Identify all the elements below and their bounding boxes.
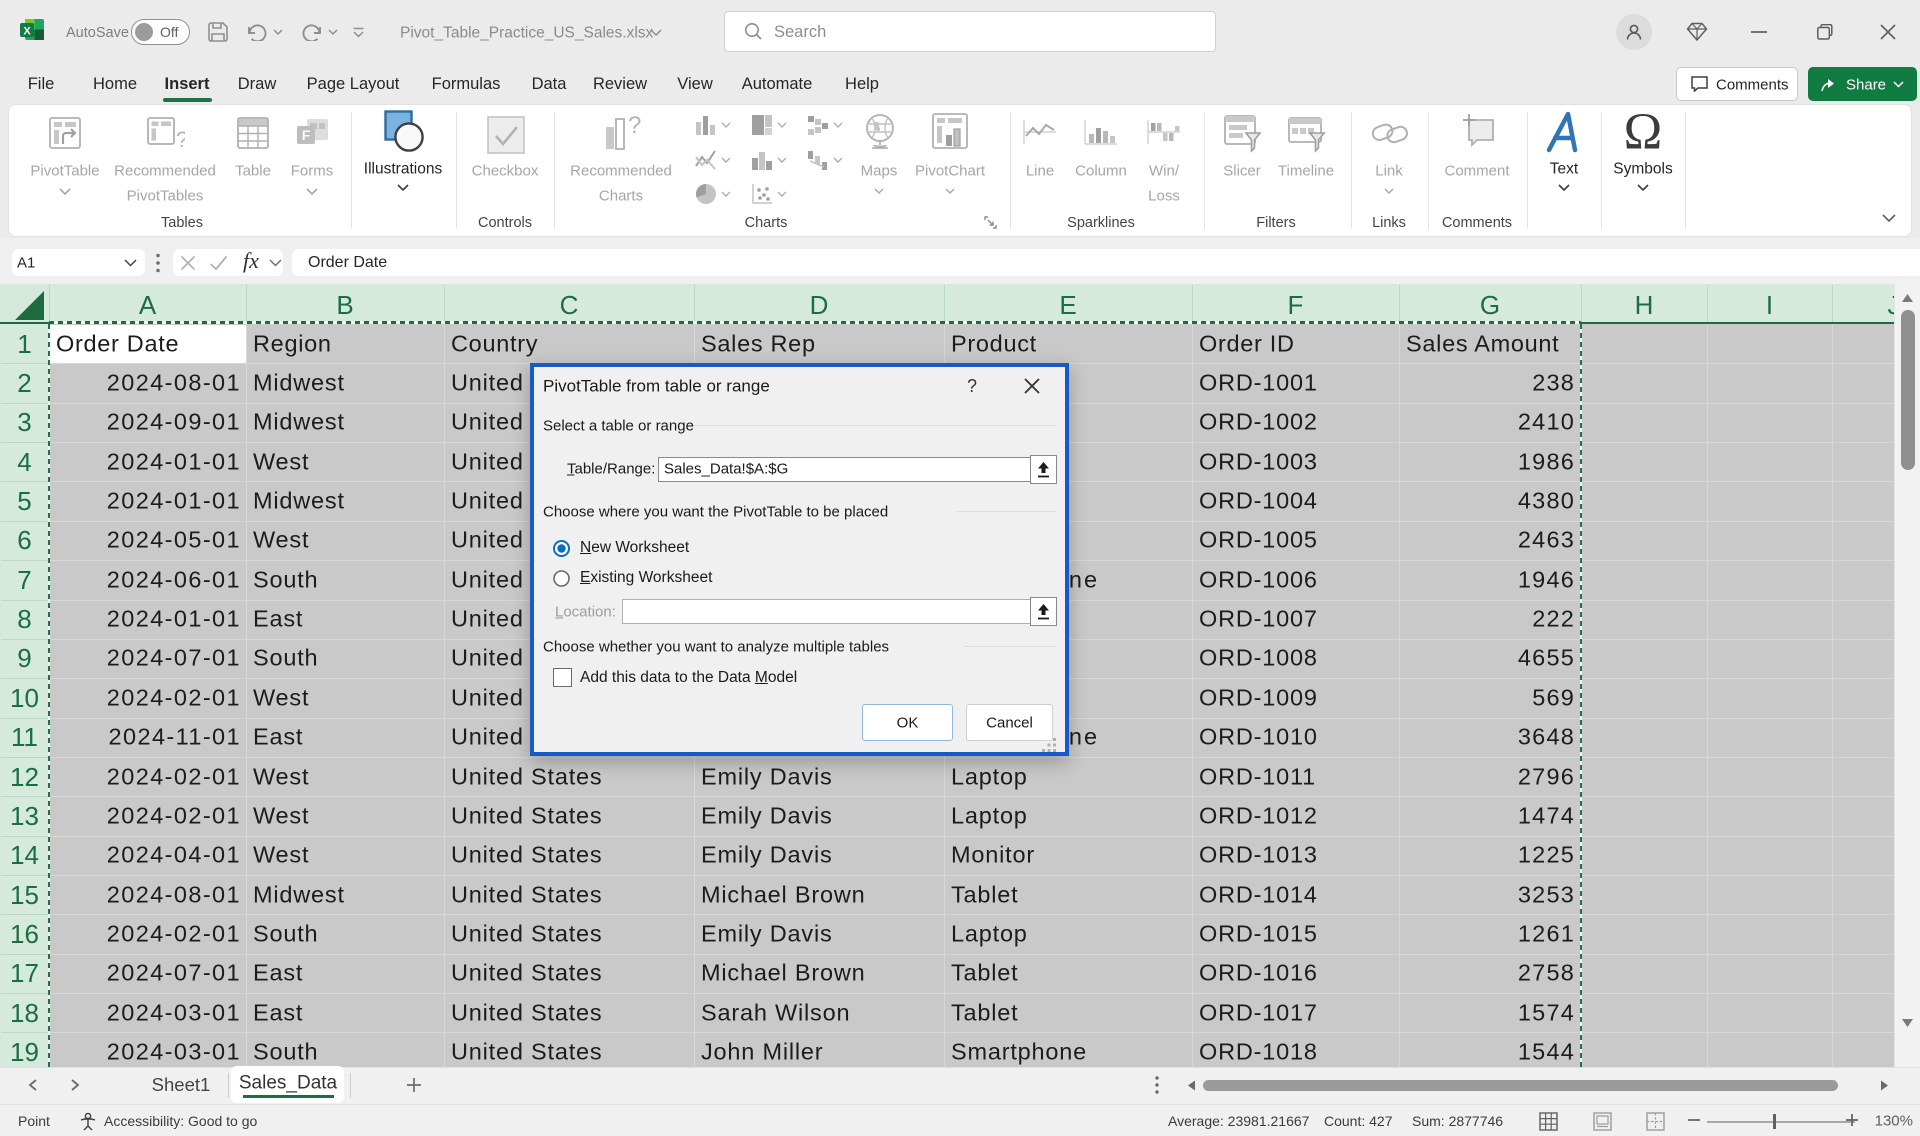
svg-text:?: ? [628, 115, 641, 139]
svg-text:X: X [23, 26, 31, 38]
svg-text:F: F [302, 127, 311, 143]
svg-text:?: ? [176, 127, 185, 151]
